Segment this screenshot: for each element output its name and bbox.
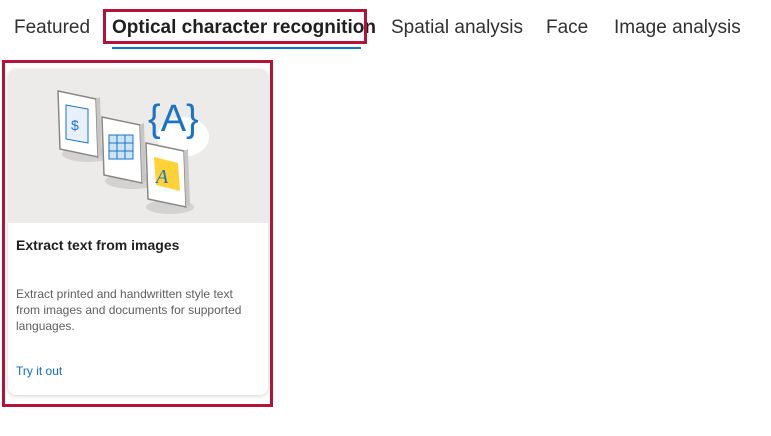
- tab-bar: Featured Optical character recognition S…: [0, 0, 771, 60]
- handwriting-a-icon: A: [145, 142, 190, 208]
- braces-a-icon: {A}: [148, 98, 199, 140]
- tab-image-analysis[interactable]: Image analysis: [614, 17, 741, 39]
- tab-featured[interactable]: Featured: [14, 17, 90, 39]
- tab-optical-character-recognition[interactable]: Optical character recognition: [112, 17, 376, 39]
- try-it-out-link[interactable]: Try it out: [16, 364, 62, 378]
- svg-text:A: A: [154, 166, 169, 188]
- svg-text:{A}: {A}: [148, 98, 199, 140]
- tab-face[interactable]: Face: [546, 17, 588, 39]
- ocr-sample-card[interactable]: {A} $ A Extract text from images Extract…: [8, 69, 268, 395]
- card-description: Extract printed and handwritten style te…: [16, 287, 242, 333]
- tab-spatial-analysis[interactable]: Spatial analysis: [391, 17, 523, 39]
- table-document-icon: [101, 116, 146, 184]
- receipt-icon: $: [57, 90, 102, 158]
- card-illustration: {A} $ A: [8, 69, 268, 223]
- card-title: Extract text from images: [16, 237, 180, 253]
- active-tab-indicator: [112, 47, 361, 49]
- svg-text:$: $: [71, 117, 79, 133]
